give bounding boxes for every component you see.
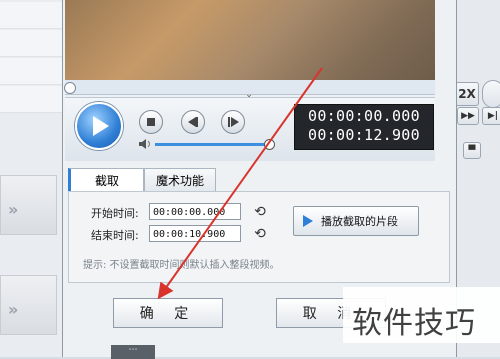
next-frame-button[interactable] <box>221 110 245 134</box>
background-row <box>0 58 62 85</box>
video-preview <box>65 0 435 80</box>
tab-magic[interactable]: 魔术功能 <box>144 168 216 191</box>
play-button[interactable] <box>75 102 123 150</box>
player-controls: 00:00:00.000 00:00:12.900 <box>65 97 435 161</box>
hint-text: 提示: 不设置截取时间则默认插入整段视频。 <box>83 260 280 271</box>
background-row <box>0 30 62 57</box>
tab-clip[interactable]: 截取 <box>68 168 144 191</box>
tab-bar: 截取 魔术功能 <box>68 168 448 192</box>
ok-button[interactable]: 确 定 <box>113 298 223 328</box>
chevron-right-icon: » <box>8 300 19 319</box>
reset-end-time-icon[interactable]: ⟲ <box>250 225 270 243</box>
stop-button[interactable] <box>139 110 163 134</box>
start-time-input[interactable]: 00:00:00.000 <box>149 203 241 220</box>
chevron-right-icon: » <box>8 200 19 219</box>
end-time-label: 结束时间: <box>91 229 139 242</box>
end-time-input[interactable]: 00:00:10.900 <box>149 225 241 242</box>
previous-frame-button[interactable] <box>181 110 205 134</box>
background-row <box>0 2 62 29</box>
current-time: 00:00:00.000 <box>308 107 420 125</box>
watermark: 软件技巧 <box>352 306 476 341</box>
next-frame-icon[interactable]: ▶| <box>482 107 500 125</box>
play-clip-label: 播放截取的片段 <box>321 215 398 228</box>
seek-handle[interactable] <box>64 82 76 94</box>
volume-handle[interactable] <box>264 139 275 150</box>
record-icon[interactable] <box>482 80 500 108</box>
save-icon[interactable]: ▀ <box>463 142 481 159</box>
reset-start-time-icon[interactable]: ⟲ <box>250 203 270 221</box>
background-left-panel: » » <box>0 0 62 357</box>
play-clip-button[interactable]: 播放截取的片段 <box>293 206 419 236</box>
start-time-label: 开始时间: <box>91 207 139 220</box>
speaker-icon[interactable] <box>139 139 153 149</box>
play-icon <box>303 215 313 227</box>
volume-slider[interactable] <box>155 143 268 146</box>
speed-button[interactable]: 2X <box>455 82 479 106</box>
time-display: 00:00:00.000 00:00:12.900 <box>294 104 434 150</box>
fast-forward-icon[interactable]: ▶▶ <box>457 107 479 125</box>
background-row <box>0 86 62 113</box>
total-time: 00:00:12.900 <box>308 126 420 144</box>
